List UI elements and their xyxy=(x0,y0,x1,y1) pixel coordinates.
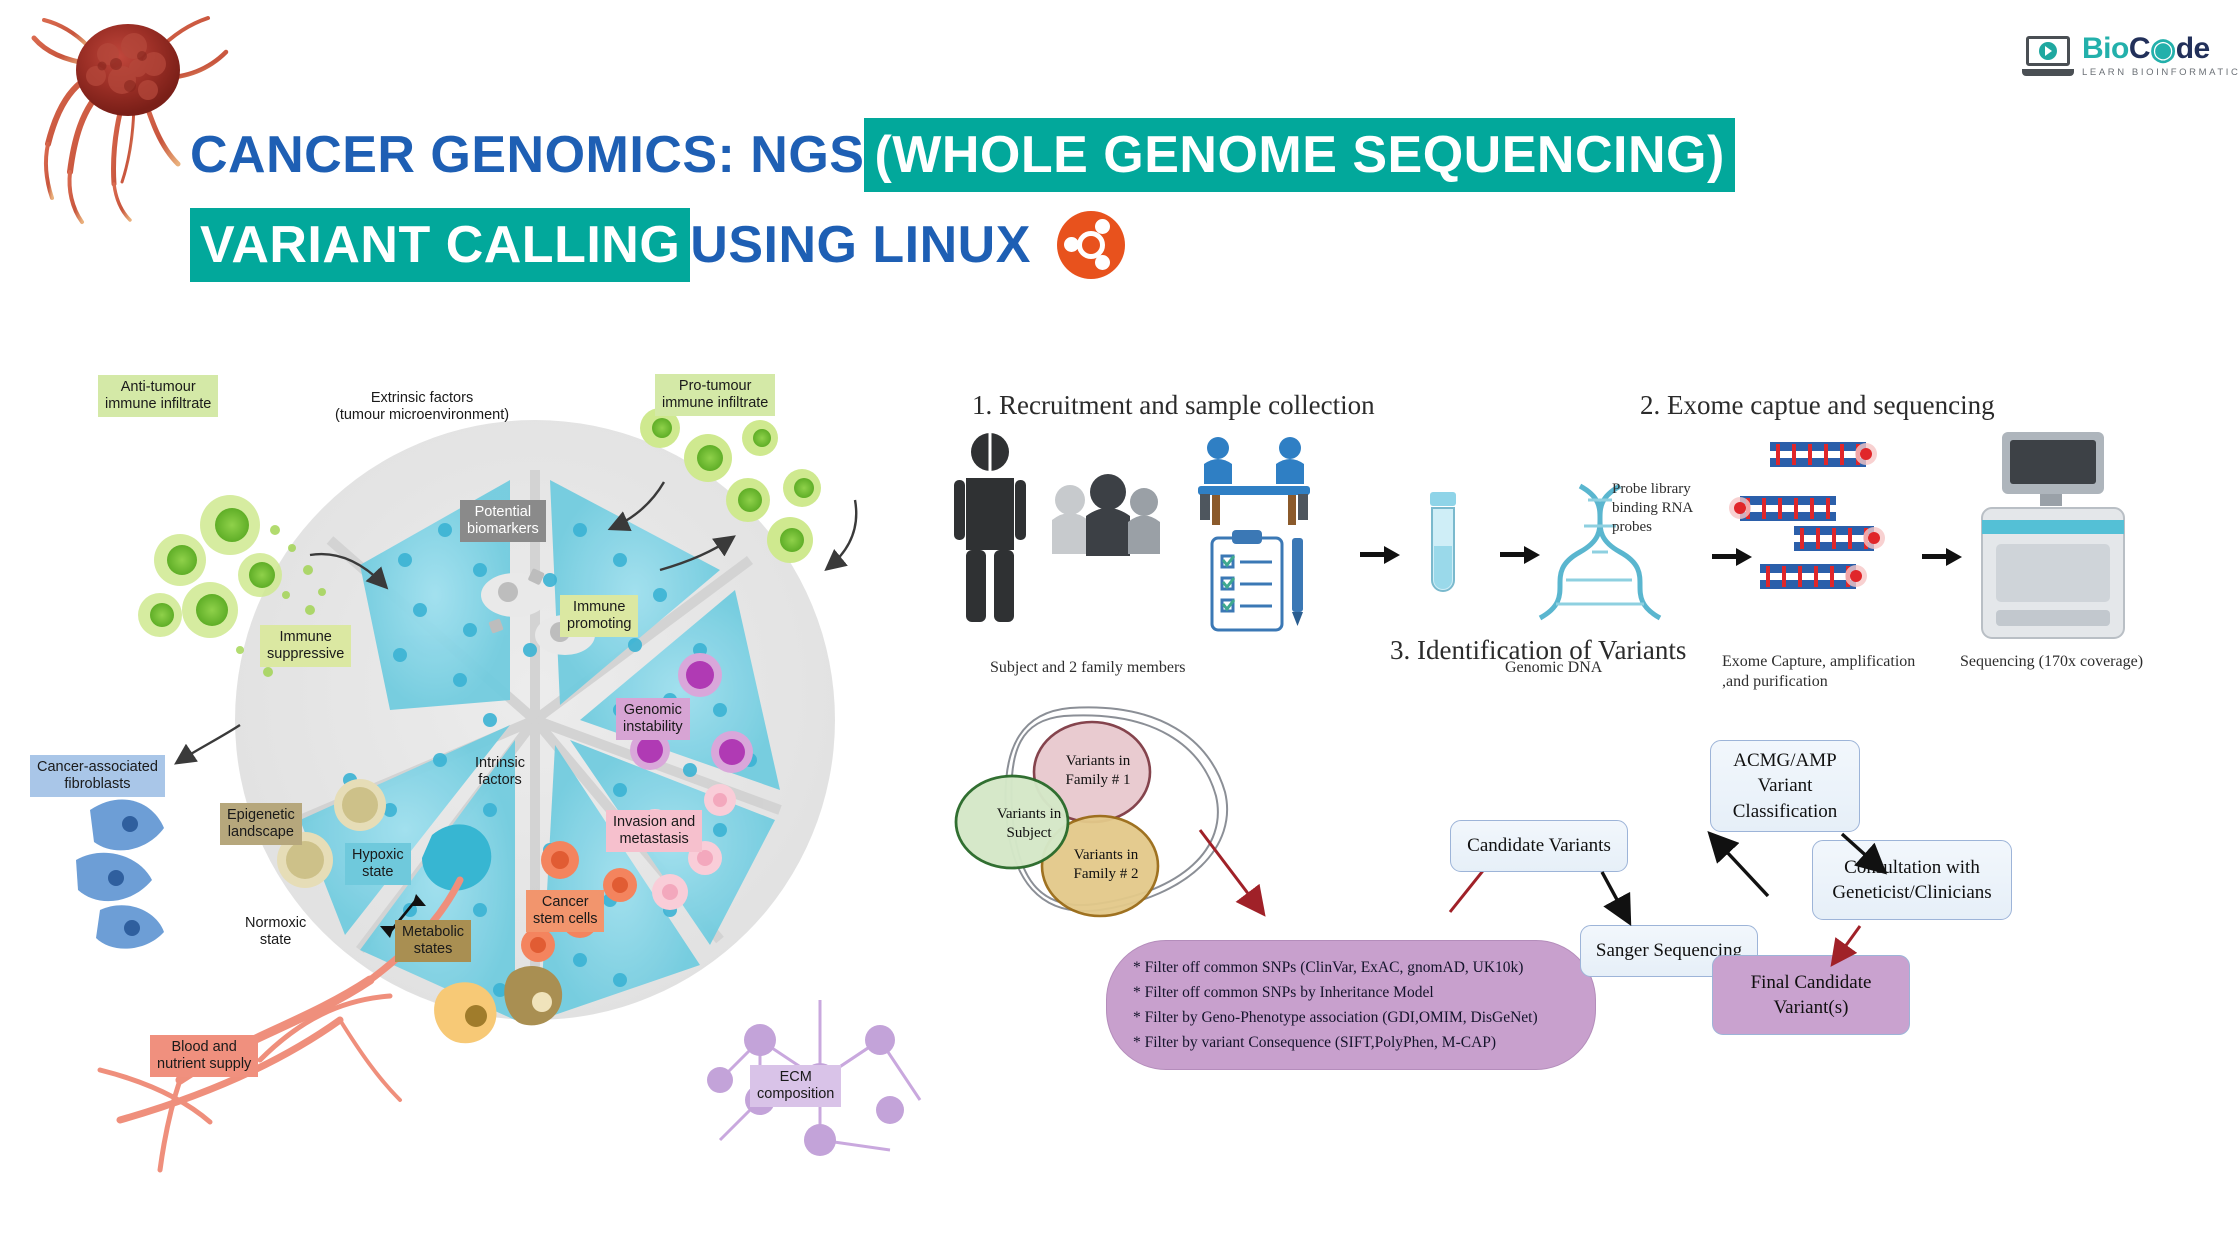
tme-label-pro-tumour: Pro-tumour immune infiltrate xyxy=(655,374,776,417)
title-line-1: CANCER GENOMICS: NGS (WHOLE GENOME SEQUE… xyxy=(190,118,1910,193)
tme-label-metabolic: Metabolic states xyxy=(395,920,472,963)
title-line2-plain: USING LINUX xyxy=(690,216,1031,275)
title-line2-highlight: VARIANT CALLING xyxy=(190,208,691,283)
tme-label-blood-supply: Blood and nutrient supply xyxy=(150,1035,259,1078)
tme-label-anti-tumour: Anti-tumour immune infiltrate xyxy=(98,375,219,418)
venn-label-family2: Variants in Family # 2 xyxy=(1073,847,1139,882)
title-line1-plain: CANCER GENOMICS: NGS xyxy=(190,126,865,184)
caption-probe-library: Probe library binding RNA probes xyxy=(1612,481,1693,535)
caption-exome-capture: Exome Capture, amplification ,and purifi… xyxy=(1722,653,1916,690)
title-line-2: VARIANT CALLING USING LINUX xyxy=(190,208,1910,283)
laptop-icon xyxy=(2022,36,2074,76)
step1-title: 1. Recruitment and sample collection xyxy=(972,390,1375,420)
tme-label-normoxic: Normoxic state xyxy=(245,915,307,949)
tme-label-cancer-stem-cells: Cancer stem cells xyxy=(526,890,605,933)
workflow-panel: 1. Recruitment and sample collection 2. … xyxy=(950,380,2210,1210)
logo-bio: Bio xyxy=(2082,32,2129,66)
tme-label-epigenetic: Epigenetic landscape xyxy=(220,803,302,846)
tme-label-intrinsic-factors: Intrinsic factors xyxy=(475,755,525,789)
slide-title: CANCER GENOMICS: NGS (WHOLE GENOME SEQUE… xyxy=(190,118,1910,283)
venn-label-subject: Variants in Subject xyxy=(996,806,1062,841)
step3-title: 3. Identification of Variants xyxy=(1390,635,1687,665)
caption-subject-family: Subject and 2 family members xyxy=(990,659,1186,676)
tme-label-immune-promoting: Immune promoting xyxy=(560,595,639,638)
biocode-logo: BioC◉de LEARN BIOINFORMATICS xyxy=(2022,28,2240,84)
logo-c: C xyxy=(2128,32,2151,66)
tme-label-genomic-instability: Genomic instability xyxy=(616,698,690,741)
tme-label-invasion: Invasion and metastasis xyxy=(606,810,703,853)
tme-label-potential-biomarkers: Potential biomarkers xyxy=(460,500,546,543)
filter-line-4: * Filter by variant Consequence (SIFT,Po… xyxy=(1133,1034,1497,1052)
tme-label-extrinsic-factors: Extrinsic factors (tumour microenvironmen… xyxy=(335,390,510,424)
step2-title: 2. Exome captue and sequencing xyxy=(1640,390,1995,420)
tumour-microenvironment-figure: Anti-tumour immune infiltrate Pro-tumour i… xyxy=(30,374,940,1180)
logo-wordmark: BioC◉de xyxy=(2082,32,2211,67)
caption-sequencing: Sequencing (170x coverage) xyxy=(1960,653,2144,670)
venn-label-family1: Variants in Family # 1 xyxy=(1065,753,1131,788)
tme-label-fibroblasts: Cancer-associated fibroblasts xyxy=(30,755,165,798)
play-icon xyxy=(2039,42,2057,60)
ubuntu-logo-icon xyxy=(1056,211,1125,280)
logo-tagline: LEARN BIOINFORMATICS xyxy=(2082,67,2240,79)
tme-label-ecm: ECM composition xyxy=(750,1065,842,1108)
tme-label-immune-suppressive: Immune suppressive xyxy=(260,625,352,668)
slide-root: BioC◉de LEARN BIOINFORMATICS CANCER GENO… xyxy=(0,0,2240,1260)
tme-label-hypoxic: Hypoxic state xyxy=(345,843,411,886)
title-line1-highlight: (WHOLE GENOME SEQUENCING) xyxy=(864,118,1735,193)
logo-de: de xyxy=(2175,32,2211,66)
